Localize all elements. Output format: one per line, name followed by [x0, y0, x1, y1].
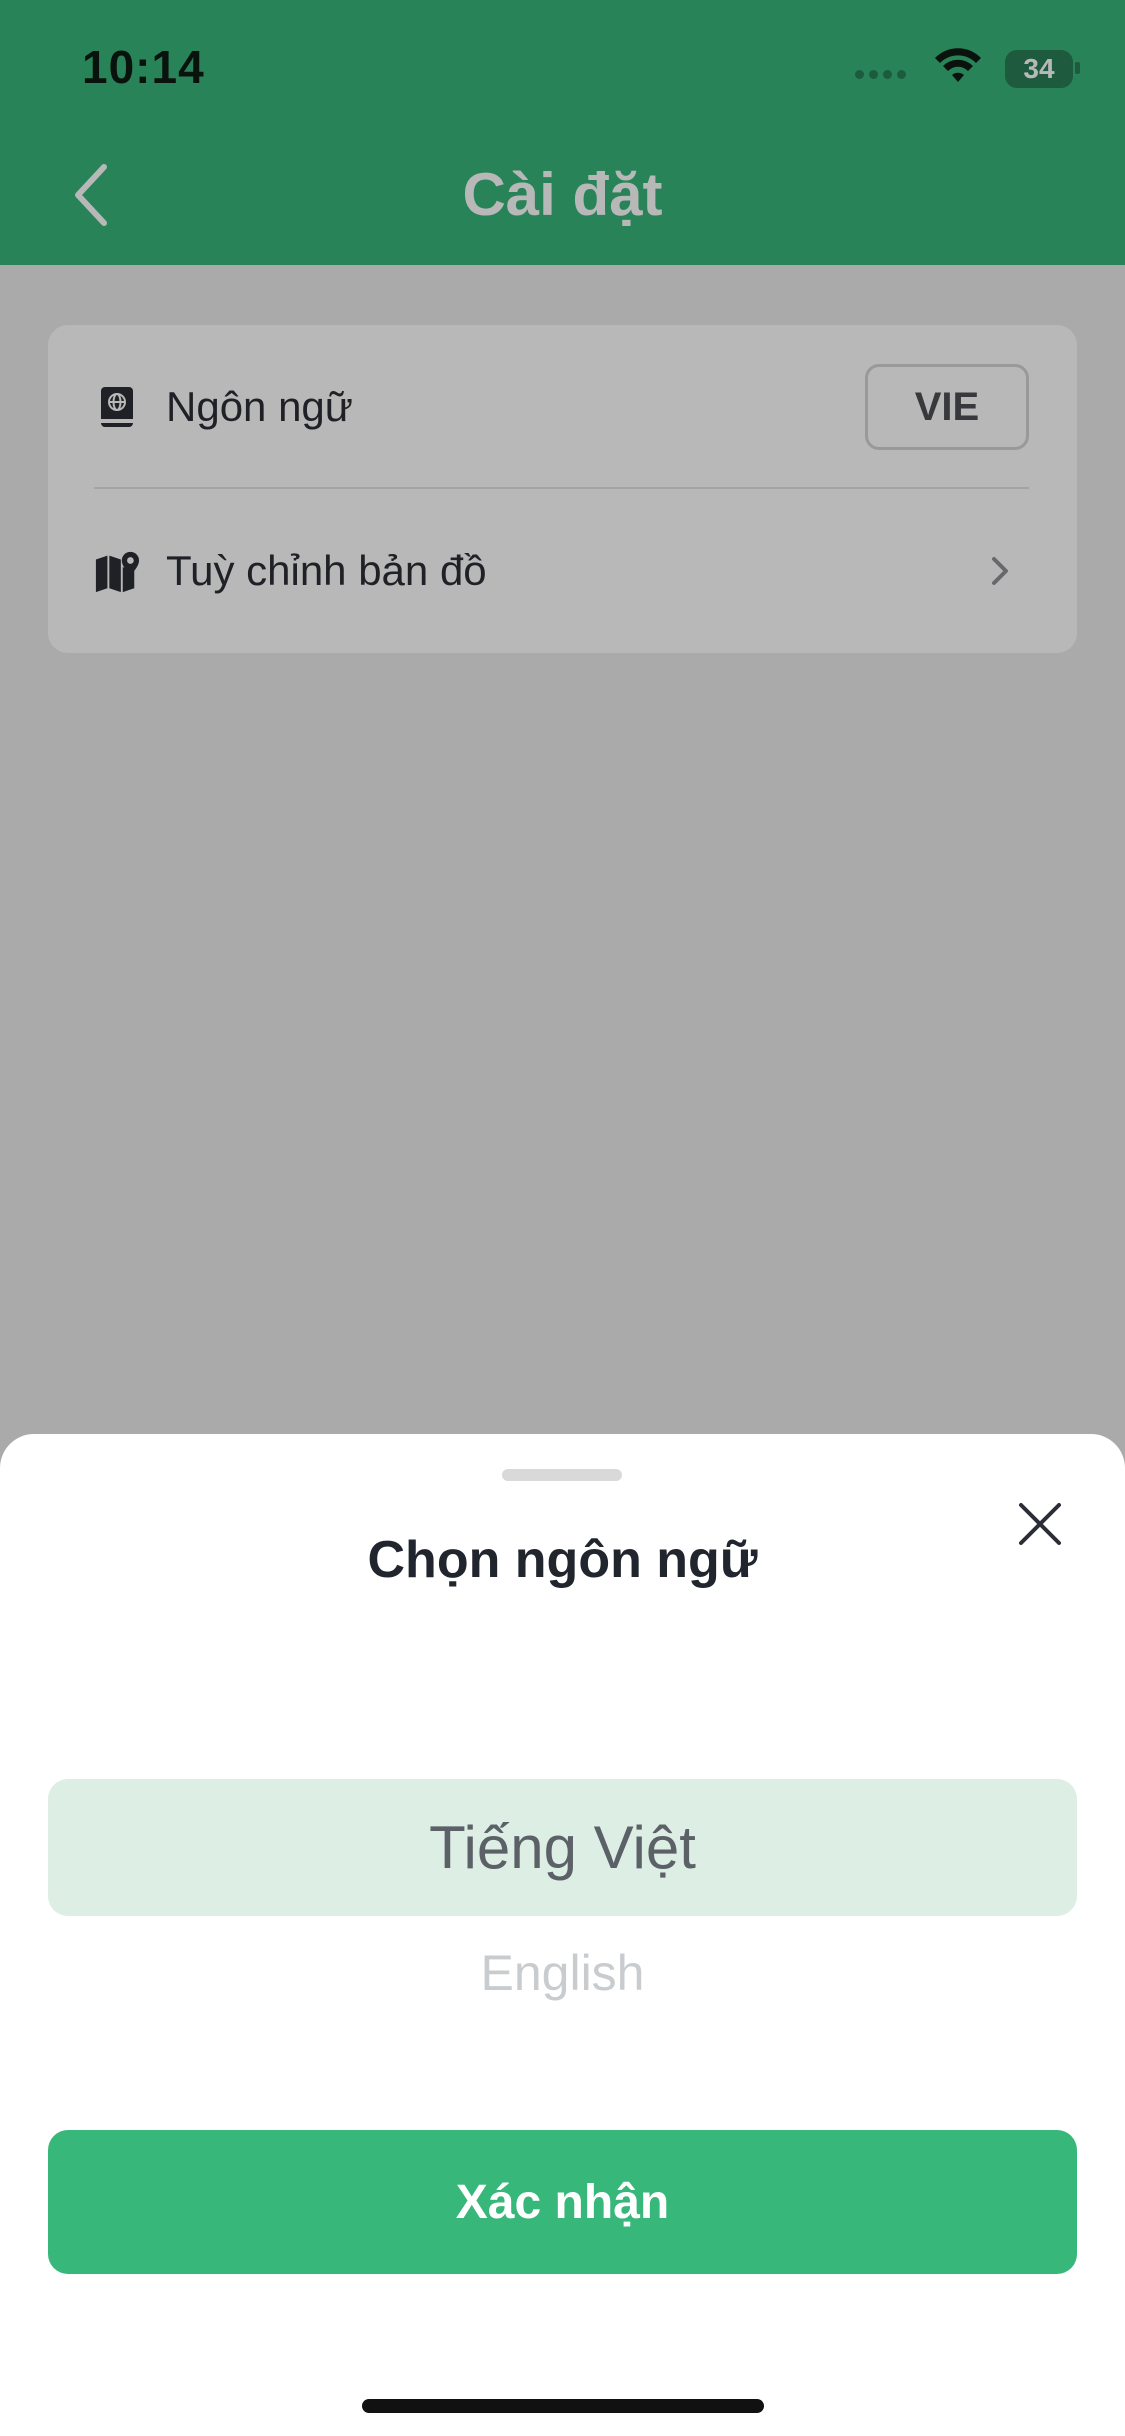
home-indicator [362, 2399, 764, 2413]
confirm-button[interactable]: Xác nhận [48, 2130, 1077, 2274]
sheet-title: Chọn ngôn ngữ [367, 1531, 758, 1589]
picker-option-selected[interactable]: Tiếng Việt [48, 1779, 1077, 1916]
language-bottom-sheet: Chọn ngôn ngữ Tiếng Việt English Xác nhậ… [0, 1434, 1125, 2436]
sheet-grabber[interactable] [502, 1469, 622, 1481]
picker-option[interactable]: English [0, 1944, 1125, 2002]
